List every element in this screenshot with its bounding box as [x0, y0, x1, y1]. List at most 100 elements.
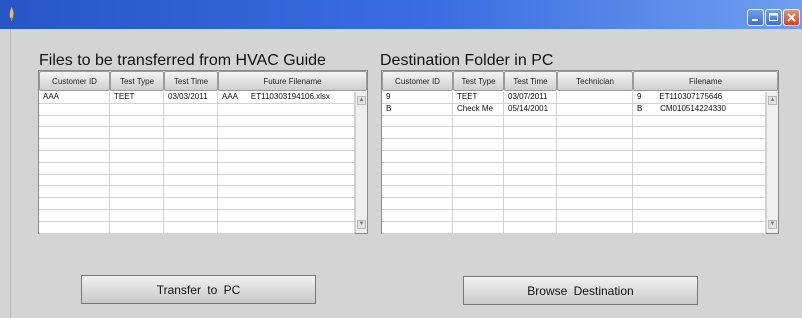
empty-table-row[interactable]	[39, 198, 355, 210]
destination-files-table[interactable]: Customer ID Test Type Test Time Technici…	[381, 70, 779, 234]
table-cell	[633, 115, 766, 127]
table-cell	[218, 150, 355, 162]
empty-table-row[interactable]	[39, 209, 355, 222]
empty-table-row[interactable]	[382, 127, 766, 140]
table-cell	[557, 127, 633, 139]
minimize-button[interactable]	[747, 9, 764, 26]
table-cell	[110, 139, 164, 150]
column-header-customer-id[interactable]: Customer ID	[39, 71, 110, 91]
close-button[interactable]	[783, 9, 800, 26]
table-cell	[633, 127, 766, 139]
table-cell	[504, 162, 557, 174]
table-cell	[382, 174, 453, 186]
table-cell	[557, 174, 633, 186]
table-cell	[382, 198, 453, 209]
empty-table-row[interactable]	[39, 127, 355, 140]
scroll-down-arrow-icon[interactable]: ▼	[768, 220, 777, 229]
table-cell	[164, 209, 218, 221]
table-cell	[453, 186, 504, 198]
column-header-test-type[interactable]: Test Type	[110, 71, 164, 91]
table-cell	[633, 209, 766, 221]
table-cell	[453, 150, 504, 162]
transfer-files-table[interactable]: Customer ID Test Type Test Time Future F…	[38, 70, 368, 234]
table-cell: B	[382, 103, 453, 115]
table-cell	[39, 162, 110, 174]
empty-table-row[interactable]	[39, 221, 355, 234]
table-cell	[218, 198, 355, 209]
table-cell	[218, 174, 355, 186]
table-cell: AAA ET110303194106.xlsx	[218, 92, 355, 103]
empty-table-row[interactable]	[382, 209, 766, 222]
table-row[interactable]: 9 TEET 03/07/2011 9 ET110307175646	[382, 92, 766, 104]
empty-table-row[interactable]	[382, 186, 766, 199]
empty-table-row[interactable]	[39, 115, 355, 128]
empty-table-row[interactable]	[382, 115, 766, 128]
empty-table-row[interactable]	[382, 198, 766, 210]
table-cell	[504, 186, 557, 198]
window-titlebar[interactable]	[0, 0, 802, 29]
table-cell	[110, 209, 164, 221]
column-header-filename[interactable]: Filename	[633, 71, 778, 91]
table-cell	[633, 221, 766, 233]
table-cell	[218, 127, 355, 139]
column-header-technician[interactable]: Technician	[557, 71, 633, 91]
table-cell	[110, 186, 164, 198]
table-cell	[557, 209, 633, 221]
table-cell	[39, 103, 110, 115]
table-row[interactable]: B Check Me 05/14/2001 B CM010514224330	[382, 103, 766, 116]
minimize-icon	[752, 19, 758, 21]
browse-destination-button[interactable]: Browse Destination	[463, 276, 698, 305]
empty-table-row[interactable]	[39, 139, 355, 151]
scroll-down-arrow-icon[interactable]: ▼	[357, 220, 366, 229]
empty-table-row[interactable]	[39, 150, 355, 163]
table-cell	[218, 162, 355, 174]
scroll-up-arrow-icon[interactable]: ▲	[768, 96, 777, 105]
column-header-customer-id[interactable]: Customer ID	[382, 71, 453, 91]
empty-table-row[interactable]	[39, 174, 355, 187]
table-cell	[504, 198, 557, 209]
table-cell: AAA	[39, 92, 110, 103]
table-cell	[164, 139, 218, 150]
scroll-up-arrow-icon[interactable]: ▲	[357, 96, 366, 105]
empty-table-row[interactable]	[382, 150, 766, 163]
empty-table-row[interactable]	[382, 174, 766, 187]
maximize-icon	[769, 13, 778, 21]
table-cell	[557, 92, 633, 103]
table-cell	[504, 209, 557, 221]
empty-table-row[interactable]	[39, 162, 355, 175]
column-header-test-type[interactable]: Test Type	[453, 71, 504, 91]
table-cell	[218, 115, 355, 127]
empty-table-row[interactable]	[382, 139, 766, 151]
table-cell	[218, 209, 355, 221]
table-cell	[504, 150, 557, 162]
empty-table-row[interactable]	[39, 103, 355, 116]
table-cell	[453, 115, 504, 127]
empty-table-row[interactable]	[382, 162, 766, 175]
empty-table-row[interactable]	[39, 186, 355, 199]
table-cell: Check Me	[453, 103, 504, 115]
table-cell	[453, 162, 504, 174]
table-cell	[39, 127, 110, 139]
table-cell	[382, 186, 453, 198]
column-header-test-time[interactable]: Test Time	[504, 71, 557, 91]
table-cell	[633, 186, 766, 198]
column-header-test-time[interactable]: Test Time	[164, 71, 218, 91]
table-cell	[504, 221, 557, 233]
table-cell	[110, 198, 164, 209]
transfer-to-pc-button[interactable]: Transfer to PC	[81, 275, 316, 304]
table-cell	[557, 115, 633, 127]
column-header-future-filename[interactable]: Future Filename	[218, 71, 367, 91]
table-cell: 05/14/2001	[504, 103, 557, 115]
table-cell	[633, 150, 766, 162]
vertical-scrollbar[interactable]: ▲ ▼	[766, 92, 778, 233]
vertical-scrollbar[interactable]: ▲ ▼	[355, 92, 367, 233]
table-cell: 03/07/2011	[504, 92, 557, 103]
table-row[interactable]: AAA TEET 03/03/2011 AAA ET110303194106.xlsx	[39, 92, 355, 104]
table-cell	[382, 115, 453, 127]
empty-table-row[interactable]	[382, 221, 766, 234]
table-cell	[633, 174, 766, 186]
maximize-button[interactable]	[765, 9, 782, 26]
table-cell	[453, 198, 504, 209]
table-cell	[382, 150, 453, 162]
table-cell: 9 ET110307175646	[633, 92, 766, 103]
